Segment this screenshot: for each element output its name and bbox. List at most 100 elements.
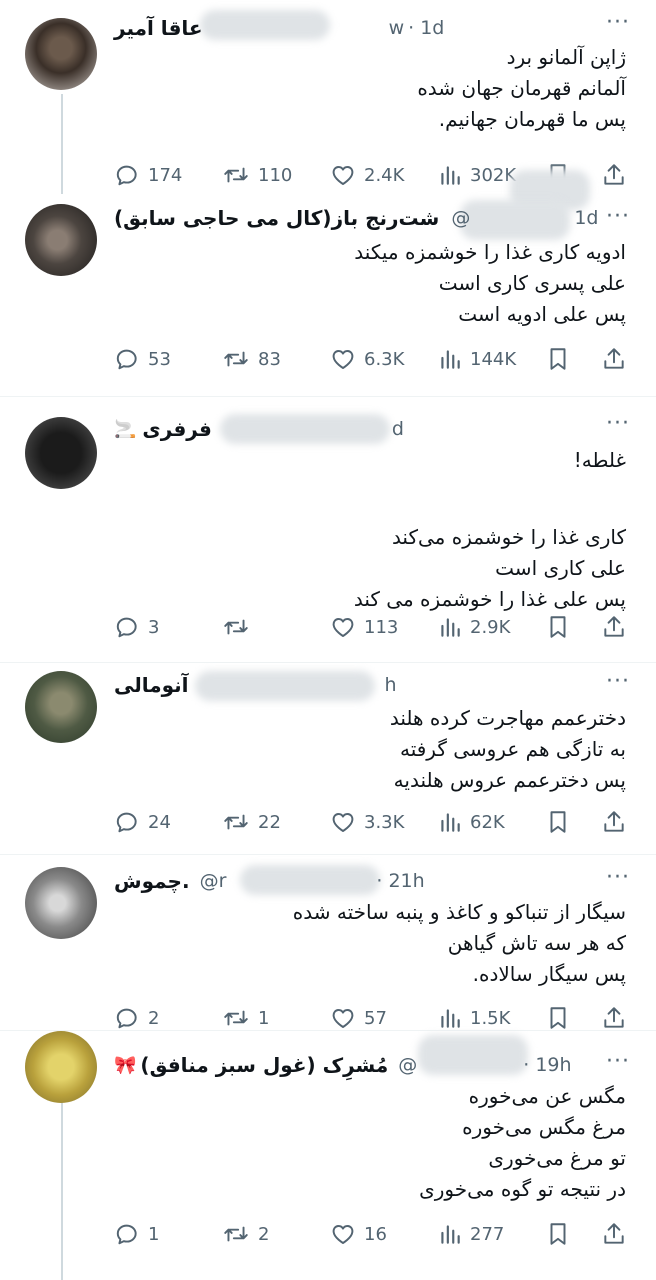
tweet-line: آلمانم قهرمان جهان شده bbox=[417, 76, 626, 100]
avatar[interactable] bbox=[25, 417, 97, 489]
bookmark-button[interactable] bbox=[546, 343, 570, 375]
share-button[interactable] bbox=[602, 343, 626, 375]
share-button[interactable] bbox=[602, 611, 626, 643]
like-button[interactable]: 6.3K bbox=[330, 343, 404, 375]
tweet-text: سیگار از تنباکو و کاغذ و پنبه ساخته شده … bbox=[293, 897, 626, 990]
views-button[interactable]: 144K bbox=[438, 343, 516, 375]
repost-count: 1 bbox=[258, 1007, 270, 1029]
tweet-line: پس دخترعمم عروس هلندیه bbox=[393, 768, 626, 792]
more-options-button[interactable]: ··· bbox=[606, 411, 630, 436]
display-name[interactable]: فرفری bbox=[142, 417, 211, 441]
views-icon bbox=[438, 809, 462, 835]
bookmark-button[interactable] bbox=[546, 1218, 570, 1250]
tweet-header: 🚬 فرفری d bbox=[114, 413, 404, 445]
views-button[interactable]: 2.9K bbox=[438, 611, 510, 643]
more-options-button[interactable]: ··· bbox=[606, 865, 630, 890]
display-name[interactable]: شت‌رنج باز(کال می حاجی سابق) bbox=[114, 206, 439, 230]
views-button[interactable]: 1.5K bbox=[438, 1002, 510, 1034]
tweet-line: علی پسری کاری است bbox=[438, 271, 626, 295]
avatar[interactable] bbox=[25, 671, 97, 743]
display-name[interactable]: آنومالی bbox=[114, 673, 189, 697]
like-button[interactable]: 57 bbox=[330, 1002, 387, 1034]
tweet[interactable]: آنومالی h ··· دخترعمم مهاجرت کرده هلند ب… bbox=[0, 663, 656, 854]
handle[interactable]: w bbox=[389, 17, 405, 39]
repost-button[interactable]: 110 bbox=[222, 159, 292, 191]
like-button[interactable]: 16 bbox=[330, 1218, 387, 1250]
display-name[interactable]: چموش. bbox=[114, 869, 190, 893]
repost-count: 2 bbox=[258, 1223, 270, 1245]
like-button[interactable]: 113 bbox=[330, 611, 398, 643]
views-button[interactable]: 62K bbox=[438, 806, 505, 838]
action-bar: 1 2 16 277 bbox=[114, 1218, 630, 1250]
reply-icon bbox=[114, 1005, 140, 1031]
tweet-header: 🎀 مُشرِک (غول سبز منافق) @ · 19h bbox=[114, 1049, 572, 1081]
timestamp[interactable]: h bbox=[385, 674, 397, 696]
repost-icon bbox=[222, 809, 250, 835]
timestamp[interactable]: d bbox=[392, 418, 404, 440]
repost-count: 22 bbox=[258, 811, 281, 833]
reply-button[interactable]: 24 bbox=[114, 806, 171, 838]
timestamp[interactable]: · 19h bbox=[523, 1054, 571, 1076]
more-options-button[interactable]: ··· bbox=[606, 1049, 630, 1074]
avatar[interactable] bbox=[25, 1031, 97, 1103]
like-icon bbox=[330, 346, 356, 372]
repost-button[interactable]: 83 bbox=[222, 343, 281, 375]
tweet[interactable]: 🚬 فرفری d ··· غلطه! کاری غذا را خوشمزه م… bbox=[0, 397, 656, 662]
handle[interactable]: @r bbox=[200, 870, 227, 892]
tweet-header: عاقا آمیر w · 1d bbox=[114, 12, 444, 44]
display-name[interactable]: مُشرِک (غول سبز منافق) bbox=[140, 1053, 388, 1077]
repost-button[interactable]: 22 bbox=[222, 806, 281, 838]
share-button[interactable] bbox=[602, 806, 626, 838]
tweet-line: به تازگی هم عروسی گرفته bbox=[399, 737, 626, 761]
timestamp[interactable]: · 21h bbox=[376, 870, 424, 892]
like-icon bbox=[330, 614, 356, 640]
views-button[interactable]: 302K bbox=[438, 159, 516, 191]
views-button[interactable]: 277 bbox=[438, 1218, 504, 1250]
tweet-header: آنومالی h bbox=[114, 669, 397, 701]
timestamp[interactable]: 1d bbox=[574, 207, 598, 229]
share-button[interactable] bbox=[602, 1002, 626, 1034]
bookmark-button[interactable] bbox=[546, 806, 570, 838]
more-options-button[interactable]: ··· bbox=[606, 10, 630, 35]
reply-button[interactable]: 2 bbox=[114, 1002, 159, 1034]
reply-button[interactable]: 3 bbox=[114, 611, 159, 643]
tweet[interactable]: چموش. @r · 21h ··· سیگار از تنباکو و کاغ… bbox=[0, 855, 656, 1030]
repost-button[interactable]: 1 bbox=[222, 1002, 269, 1034]
bookmark-button[interactable] bbox=[546, 1002, 570, 1034]
avatar[interactable] bbox=[25, 867, 97, 939]
share-icon bbox=[602, 346, 626, 372]
avatar[interactable] bbox=[25, 18, 97, 90]
like-button[interactable]: 3.3K bbox=[330, 806, 404, 838]
display-name[interactable]: عاقا آمیر bbox=[114, 16, 203, 40]
reply-button[interactable]: 174 bbox=[114, 159, 182, 191]
tweet[interactable]: عاقا آمیر w · 1d ··· ژاپن آلمانو برد آلم… bbox=[0, 0, 656, 210]
tweet-header: شت‌رنج باز(کال می حاجی سابق) @ 1d bbox=[114, 202, 599, 234]
avatar[interactable] bbox=[25, 204, 97, 276]
like-count: 6.3K bbox=[364, 348, 405, 370]
like-icon bbox=[330, 1221, 356, 1247]
tweet[interactable]: 🎀 مُشرِک (غول سبز منافق) @ · 19h ··· مگس… bbox=[0, 1031, 656, 1280]
like-icon bbox=[330, 1005, 356, 1031]
share-icon bbox=[602, 162, 626, 188]
like-count: 57 bbox=[364, 1007, 387, 1029]
bookmark-button[interactable] bbox=[546, 611, 570, 643]
tweet[interactable]: شت‌رنج باز(کال می حاجی سابق) @ 1d ··· اد… bbox=[0, 200, 656, 396]
reply-button[interactable]: 1 bbox=[114, 1218, 159, 1250]
tweet-text: ادویه کاری غذا را خوشمزه میکند علی پسری … bbox=[354, 237, 626, 330]
timestamp[interactable]: · 1d bbox=[408, 17, 444, 39]
reply-icon bbox=[114, 809, 140, 835]
tweet-line: سیگار از تنباکو و کاغذ و پنبه ساخته شده bbox=[292, 900, 626, 924]
tweet-line: مگس عن می‌خوره bbox=[468, 1084, 626, 1108]
repost-button[interactable]: 2 bbox=[222, 1218, 269, 1250]
views-count: 1.5K bbox=[470, 1007, 511, 1029]
share-button[interactable] bbox=[602, 1218, 626, 1250]
like-button[interactable]: 2.4K bbox=[330, 159, 404, 191]
share-button[interactable] bbox=[602, 159, 626, 191]
reply-button[interactable]: 53 bbox=[114, 343, 171, 375]
handle[interactable]: @ bbox=[398, 1054, 417, 1076]
more-options-button[interactable]: ··· bbox=[606, 204, 630, 229]
more-options-button[interactable]: ··· bbox=[606, 669, 630, 694]
handle[interactable]: @ bbox=[451, 207, 470, 229]
repost-button[interactable] bbox=[222, 611, 258, 643]
share-icon bbox=[602, 1221, 626, 1247]
